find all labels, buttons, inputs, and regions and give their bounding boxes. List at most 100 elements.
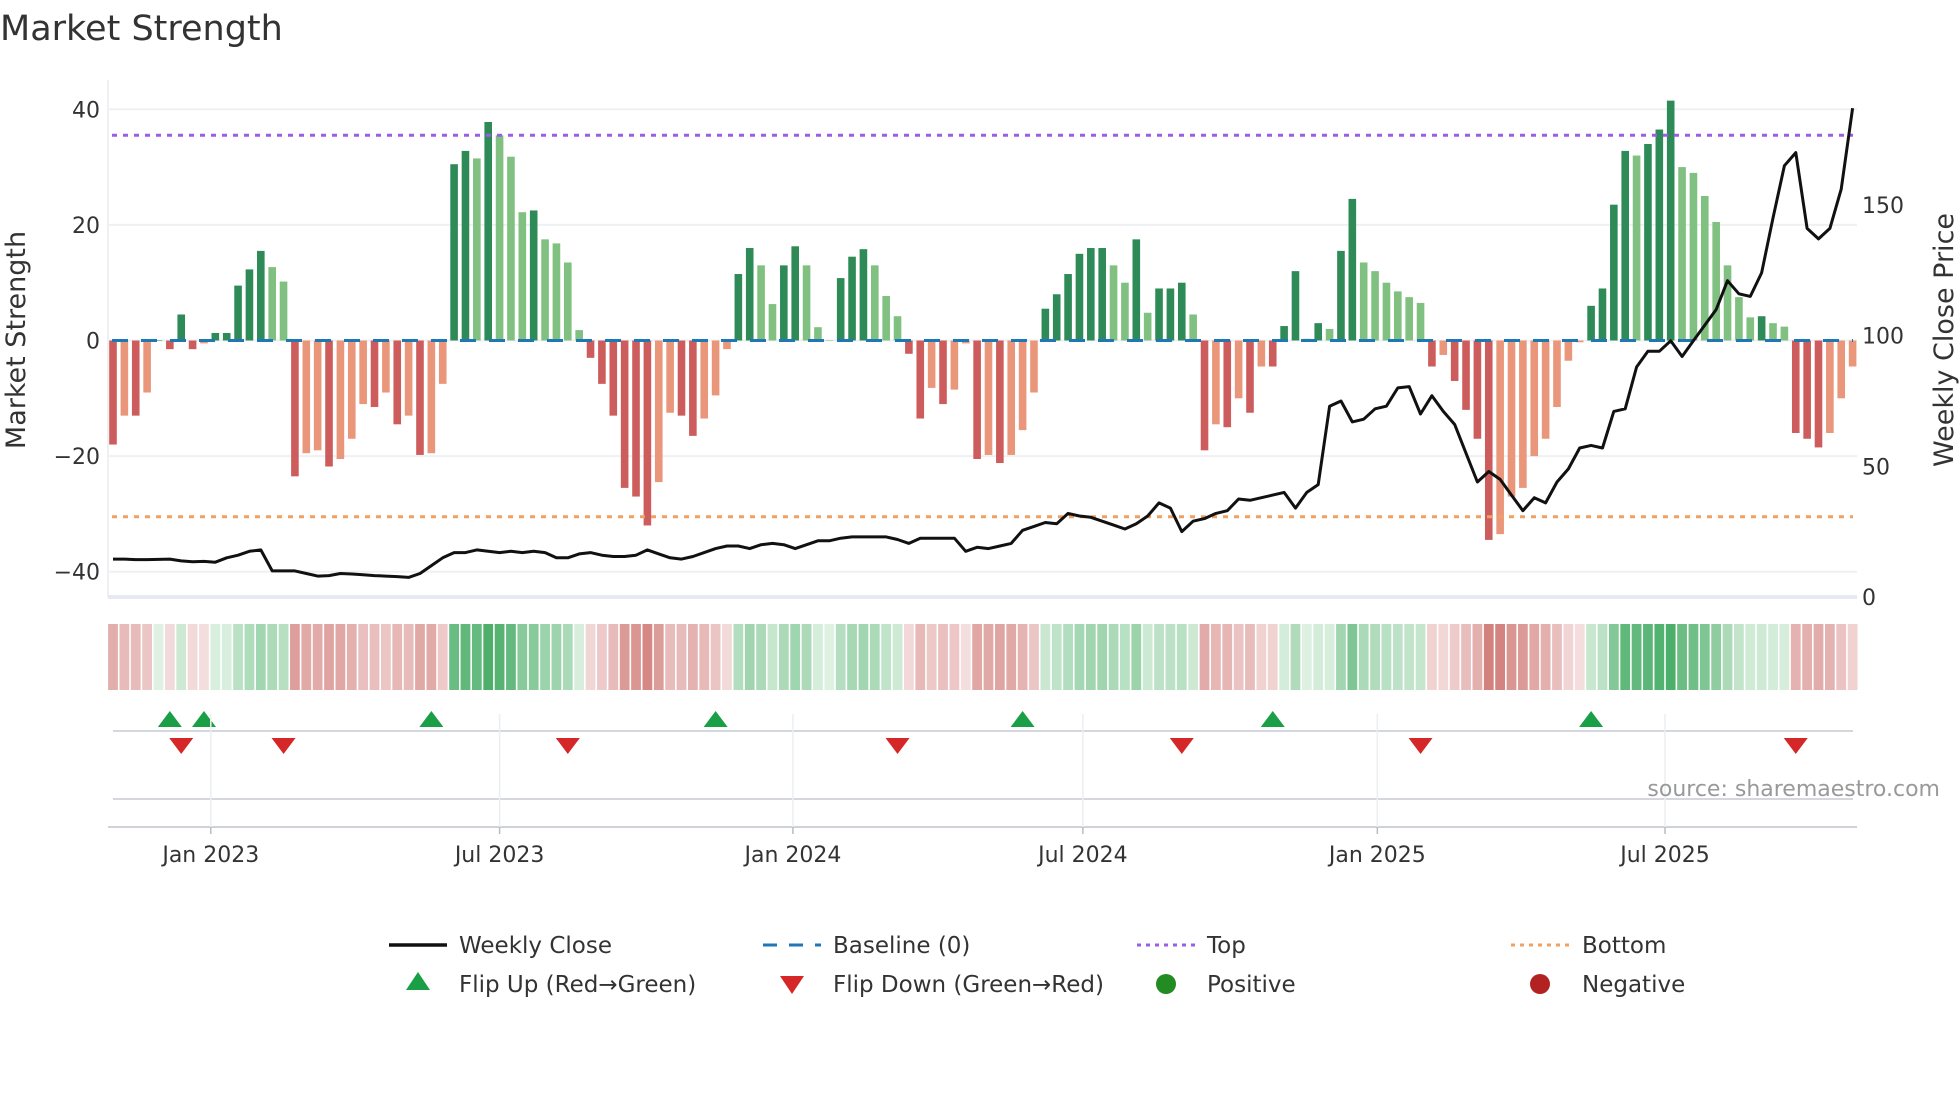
strength-strip-cell: [1176, 624, 1187, 690]
strength-strip-cell: [324, 624, 334, 690]
strength-strip-cell: [1267, 624, 1278, 690]
strength-bar: [1848, 340, 1857, 367]
strength-bar: [291, 340, 299, 477]
strength-strip-cell: [437, 624, 448, 690]
legend-flip-up: Flip Up (Red→Green): [459, 972, 696, 998]
strength-bar: [1280, 326, 1288, 341]
legend-weekly-close: Weekly Close: [459, 933, 612, 959]
strength-bar: [814, 327, 822, 341]
chart-title: Market Strength: [0, 9, 283, 49]
strength-bar: [302, 340, 311, 454]
strength-strip-cell: [1154, 624, 1164, 690]
strength-strip-cell: [1256, 624, 1267, 690]
strength-strip-cell: [915, 624, 926, 690]
strength-bar: [939, 340, 947, 405]
strength-bar: [1246, 340, 1254, 413]
strength-bar: [1109, 265, 1118, 341]
strength-bar: [1348, 198, 1357, 341]
strength-bar: [1200, 340, 1209, 451]
strength-strip-cell: [449, 624, 459, 690]
strength-strip-cell: [130, 624, 141, 690]
strength-strip-cell: [642, 624, 653, 690]
strength-bar: [882, 295, 890, 341]
strength-strip-cell: [938, 624, 948, 690]
strength-strip-cell: [926, 624, 937, 690]
strength-bar: [825, 340, 834, 341]
source-label: source: sharemaestro.com: [1647, 777, 1940, 802]
strength-bar: [780, 265, 788, 341]
flip-down-marker: [1408, 738, 1433, 754]
strength-bar: [438, 340, 447, 384]
strength-strip-cell: [813, 624, 823, 690]
strength-strip-cell: [1836, 624, 1847, 690]
strength-bar: [893, 316, 902, 341]
strength-strip-cell: [710, 624, 721, 690]
strength-bar: [336, 340, 345, 459]
legend-positive: Positive: [1207, 972, 1296, 998]
strength-bar: [700, 340, 709, 419]
flip-down-marker: [169, 738, 194, 754]
strength-strip-cell: [153, 624, 164, 690]
strength-strip-cell: [1768, 624, 1778, 690]
flip-up-marker: [191, 711, 216, 727]
strength-bar: [1632, 155, 1641, 341]
strength-strip-cell: [790, 624, 801, 690]
strength-bar: [564, 262, 572, 341]
strength-strip-cell: [1142, 624, 1153, 690]
strength-bar: [1723, 265, 1732, 341]
strength-bar: [1462, 340, 1470, 410]
strength-bar: [495, 135, 504, 341]
strength-strip-cell: [551, 624, 562, 690]
strength-bar: [1803, 340, 1811, 439]
y-tick-label: 0: [86, 330, 100, 355]
strength-bar: [643, 340, 652, 526]
strength-bar: [450, 164, 458, 341]
strength-bar: [689, 340, 697, 436]
strength-bar: [370, 340, 379, 407]
strength-strip-cell: [1722, 624, 1733, 690]
strength-bar: [802, 265, 811, 341]
strength-bar: [177, 314, 186, 341]
x-tick-label: Jul 2025: [1618, 843, 1710, 868]
strength-strip-cell: [869, 624, 880, 690]
x-tick-label: Jan 2023: [160, 843, 259, 868]
x-tick-label: Jul 2023: [453, 843, 545, 868]
strength-bar: [1382, 282, 1391, 341]
strength-strip-cell: [597, 624, 607, 690]
strength-strip-cell: [676, 624, 687, 690]
strength-strip-cell: [994, 624, 1005, 690]
strength-bar: [916, 340, 925, 419]
strength-bar: [1621, 150, 1630, 341]
strength-strip-cell: [312, 624, 323, 690]
strength-strip-cell: [631, 624, 641, 690]
strength-bar: [1428, 340, 1436, 367]
strength-strip-cell: [403, 624, 414, 690]
flip-down-triangle-icon: [780, 976, 804, 994]
x-tick-label: Jul 2024: [1036, 843, 1128, 868]
strength-strip-cell: [1608, 624, 1619, 690]
flip-up-marker: [703, 711, 728, 727]
strength-bar: [1257, 340, 1266, 367]
strength-bar: [768, 304, 777, 341]
strength-strip-cell: [1051, 624, 1062, 690]
strength-bar: [848, 256, 856, 341]
strength-strip-cell: [1427, 624, 1437, 690]
flip-down-marker: [555, 738, 580, 754]
strength-bar: [1769, 323, 1777, 341]
strength-strip-cell: [1074, 624, 1085, 690]
strength-strip-cell: [1358, 624, 1369, 690]
legend-flip-down: Flip Down (Green→Red): [833, 972, 1104, 998]
strength-bar: [1450, 340, 1459, 381]
positive-dot-icon: [1156, 974, 1176, 994]
strength-bar: [404, 340, 413, 416]
strength-bar: [632, 340, 640, 497]
strength-strip-cell: [1506, 624, 1517, 690]
strength-strip-cell: [1370, 624, 1380, 690]
strength-bar: [507, 156, 515, 341]
strength-strip-cell: [1131, 624, 1142, 690]
strength-bar: [1530, 340, 1539, 457]
strength-strip-cell: [1063, 624, 1073, 690]
strength-strip-cell: [1097, 624, 1108, 690]
strength-strip-cell: [1120, 624, 1130, 690]
strength-bar: [279, 281, 288, 341]
